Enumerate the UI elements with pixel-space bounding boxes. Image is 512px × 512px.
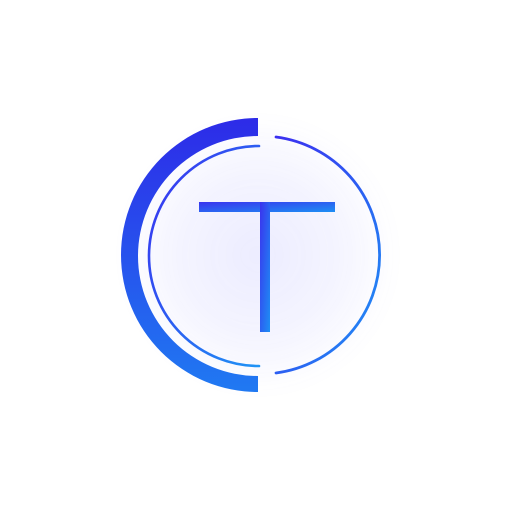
- t-monogram-logo-icon: [121, 118, 382, 392]
- outer-crescent-arc: [121, 118, 258, 392]
- inner-ring-right-arc: [274, 135, 382, 375]
- t-stem: [260, 202, 270, 332]
- logo-canvas: [0, 0, 512, 512]
